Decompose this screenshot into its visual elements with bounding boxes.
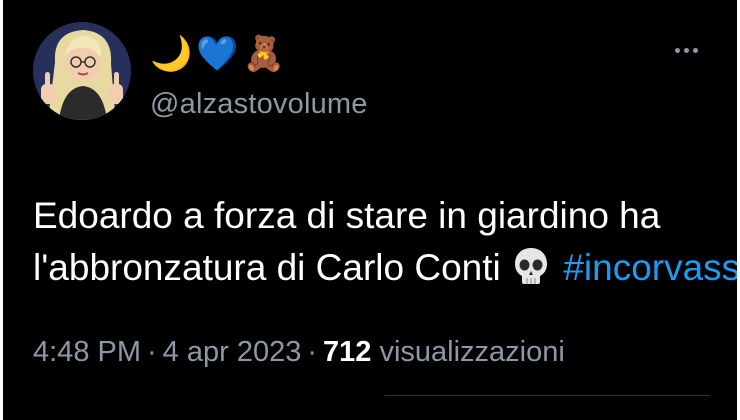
tweet-card: 🌙 💙 🧸 @alzastovolume Edoardo a forza di … (0, 0, 740, 420)
meta-separator: · (307, 336, 318, 368)
teddy-bear-icon: 🧸 (242, 35, 286, 73)
tweet-meta: 4:48 PM · 4 apr 2023 · 712 visualizzazioni (33, 336, 565, 369)
blue-heart-icon: 💙 (196, 35, 239, 73)
avatar[interactable] (33, 22, 131, 120)
more-options-button[interactable] (668, 40, 704, 60)
display-name[interactable]: 🌙 💙 🧸 (150, 30, 285, 78)
tweet-text-line-2: l'abbronzatura di Carlo Conti #incorvass… (33, 242, 740, 294)
meta-separator: · (147, 336, 157, 368)
tweet-text-line-1: Edoardo a forza di stare in giardino ha (33, 195, 661, 236)
views-count: 712 (323, 336, 372, 368)
hashtag-link[interactable]: #incorvassi (563, 247, 740, 288)
views-label: visualizzazioni (379, 336, 565, 368)
crescent-moon-icon: 🌙 (150, 35, 193, 73)
more-dot-icon (674, 47, 680, 53)
divider (385, 395, 710, 396)
more-dot-icon (692, 47, 698, 53)
tweet-time[interactable]: 4:48 PM (33, 336, 141, 368)
tweet-text: Edoardo a forza di stare in giardino ha … (33, 190, 740, 294)
user-handle[interactable]: @alzastovolume (150, 88, 368, 121)
skull-icon (515, 248, 548, 284)
tweet-date[interactable]: 4 apr 2023 (163, 336, 302, 368)
tweet-text-line-2-text: l'abbronzatura di Carlo Conti (33, 247, 501, 288)
more-dot-icon (683, 47, 689, 53)
